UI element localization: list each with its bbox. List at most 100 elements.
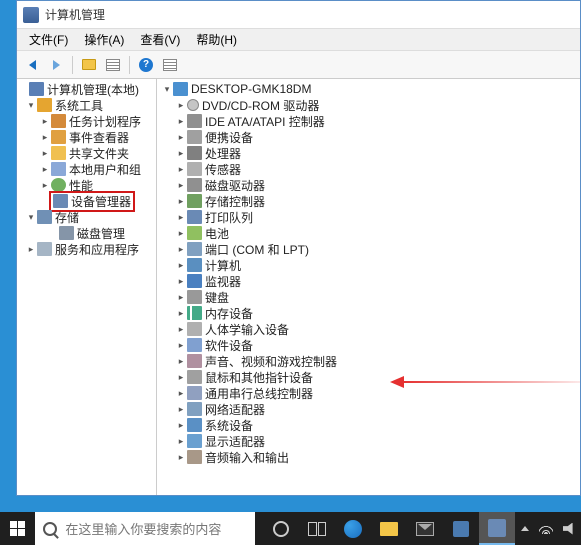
expander-icon[interactable]: ▸ xyxy=(175,387,187,399)
expander-icon[interactable]: ▸ xyxy=(39,115,51,127)
expander-icon[interactable]: ▸ xyxy=(175,403,187,415)
menu-view[interactable]: 查看(V) xyxy=(132,29,188,50)
device-category[interactable]: ▸人体学输入设备 xyxy=(157,321,580,337)
list-button[interactable] xyxy=(102,54,124,76)
device-category[interactable]: ▸软件设备 xyxy=(157,337,580,353)
device-category[interactable]: ▸声音、视频和游戏控制器 xyxy=(157,353,580,369)
edge-button[interactable] xyxy=(335,512,371,545)
device-category[interactable]: ▸计算机 xyxy=(157,257,580,273)
node-label: 端口 (COM 和 LPT) xyxy=(205,241,309,258)
edge-icon xyxy=(344,520,362,538)
forward-button[interactable] xyxy=(45,54,67,76)
expander-icon[interactable]: ▸ xyxy=(175,195,187,207)
expander-icon[interactable]: ▸ xyxy=(175,115,187,127)
tree-disk-management[interactable]: 磁盘管理 xyxy=(17,225,156,241)
speaker-icon[interactable] xyxy=(563,523,575,535)
device-category[interactable]: ▸DVD/CD-ROM 驱动器 xyxy=(157,97,580,113)
folder-button[interactable] xyxy=(78,54,100,76)
device-category[interactable]: ▸存储控制器 xyxy=(157,193,580,209)
device-category[interactable]: ▸显示适配器 xyxy=(157,433,580,449)
tree-root[interactable]: 计算机管理(本地) xyxy=(17,81,156,97)
right-tree-pane[interactable]: ▾ DESKTOP-GMK18DM ▸DVD/CD-ROM 驱动器▸IDE AT… xyxy=(157,79,580,495)
expander-icon[interactable]: ▸ xyxy=(175,131,187,143)
node-label: 磁盘驱动器 xyxy=(205,177,265,194)
expander-icon[interactable]: ▸ xyxy=(39,163,51,175)
expander-icon[interactable] xyxy=(47,227,59,239)
taskview-button[interactable] xyxy=(299,512,335,545)
expander-icon[interactable]: ▸ xyxy=(175,259,187,271)
tree-local-users[interactable]: ▸ 本地用户和组 xyxy=(17,161,156,177)
back-button[interactable] xyxy=(21,54,43,76)
device-category[interactable]: ▸ 端口 (COM 和 LPT) xyxy=(157,241,580,257)
device-category[interactable]: ▸通用串行总线控制器 xyxy=(157,385,580,401)
menu-action[interactable]: 操作(A) xyxy=(76,29,132,50)
expander-icon[interactable]: ▸ xyxy=(175,323,187,335)
expander-icon[interactable]: ▸ xyxy=(175,147,187,159)
device-category[interactable]: ▸键盘 xyxy=(157,289,580,305)
system-tray[interactable] xyxy=(515,512,581,545)
port-icon xyxy=(187,242,202,256)
help-button[interactable]: ? xyxy=(135,54,157,76)
menu-file[interactable]: 文件(F) xyxy=(21,29,76,50)
expander-icon[interactable] xyxy=(17,83,29,95)
device-category[interactable]: ▸ 音频输入和输出 xyxy=(157,449,580,465)
keyboard-icon xyxy=(187,290,202,304)
wifi-icon[interactable] xyxy=(539,524,553,534)
expander-icon[interactable]: ▸ xyxy=(175,99,187,111)
tree-system-tools[interactable]: ▾ 系统工具 xyxy=(17,97,156,113)
start-button[interactable] xyxy=(0,512,35,545)
tree-device-manager[interactable]: 设备管理器 xyxy=(17,193,156,209)
chevron-up-icon[interactable] xyxy=(521,526,529,531)
expander-icon[interactable]: ▸ xyxy=(175,227,187,239)
expander-icon[interactable]: ▾ xyxy=(161,83,173,95)
expander-icon[interactable]: ▸ xyxy=(175,339,187,351)
tree-event-viewer[interactable]: ▸ 事件查看器 xyxy=(17,129,156,145)
node-label: 音频输入和输出 xyxy=(205,449,289,466)
tree-services-apps[interactable]: ▸ 服务和应用程序 xyxy=(17,241,156,257)
expander-icon[interactable]: ▸ xyxy=(175,307,187,319)
expander-icon[interactable]: ▸ xyxy=(175,419,187,431)
expander-icon[interactable]: ▸ xyxy=(175,211,187,223)
device-category[interactable]: ▸ 网络适配器 xyxy=(157,401,580,417)
mmc-app-button[interactable] xyxy=(479,512,515,545)
explorer-button[interactable] xyxy=(371,512,407,545)
expander-icon[interactable]: ▸ xyxy=(175,291,187,303)
expander-icon[interactable]: ▸ xyxy=(39,131,51,143)
device-category[interactable]: ▸ 磁盘驱动器 xyxy=(157,177,580,193)
menu-help[interactable]: 帮助(H) xyxy=(188,29,245,50)
expander-icon[interactable]: ▸ xyxy=(175,451,187,463)
expander-icon[interactable]: ▸ xyxy=(39,147,51,159)
expander-icon[interactable]: ▸ xyxy=(175,371,187,383)
device-category[interactable]: ▸系统设备 xyxy=(157,417,580,433)
expander-icon[interactable]: ▸ xyxy=(175,435,187,447)
tree-shared-folders[interactable]: ▸ 共享文件夹 xyxy=(17,145,156,161)
list2-button[interactable] xyxy=(159,54,181,76)
search-input[interactable]: 在这里输入你要搜索的内容 xyxy=(35,512,255,545)
node-label: 网络适配器 xyxy=(205,401,265,418)
expander-icon[interactable]: ▸ xyxy=(175,163,187,175)
expander-icon[interactable]: ▸ xyxy=(175,179,187,191)
expander-icon[interactable]: ▸ xyxy=(175,243,187,255)
device-root[interactable]: ▾ DESKTOP-GMK18DM xyxy=(157,81,580,97)
cortana-button[interactable] xyxy=(263,512,299,545)
expander-icon[interactable]: ▾ xyxy=(25,211,37,223)
device-category[interactable]: ▸打印队列 xyxy=(157,209,580,225)
expander-icon[interactable]: ▾ xyxy=(25,99,37,111)
tree-task-scheduler[interactable]: ▸ 任务计划程序 xyxy=(17,113,156,129)
device-category[interactable]: ▸监视器 xyxy=(157,273,580,289)
expander-icon[interactable]: ▸ xyxy=(25,243,37,255)
expander-icon[interactable]: ▸ xyxy=(175,355,187,367)
device-category[interactable]: ▸处理器 xyxy=(157,145,580,161)
device-category[interactable]: ▸内存设备 xyxy=(157,305,580,321)
device-category[interactable]: ▸传感器 xyxy=(157,161,580,177)
mail-button[interactable] xyxy=(407,512,443,545)
portable-icon xyxy=(187,130,202,144)
expander-icon[interactable]: ▸ xyxy=(39,179,51,191)
device-category[interactable]: ▸IDE ATA/ATAPI 控制器 xyxy=(157,113,580,129)
expander-icon[interactable]: ▸ xyxy=(175,275,187,287)
device-category[interactable]: ▸鼠标和其他指针设备 xyxy=(157,369,580,385)
device-category[interactable]: ▸电池 xyxy=(157,225,580,241)
store-button[interactable] xyxy=(443,512,479,545)
left-tree-pane[interactable]: 计算机管理(本地) ▾ 系统工具 ▸ 任务计划程序 ▸ 事件查看器 ▸ 共享文件… xyxy=(17,79,157,495)
device-category[interactable]: ▸便携设备 xyxy=(157,129,580,145)
